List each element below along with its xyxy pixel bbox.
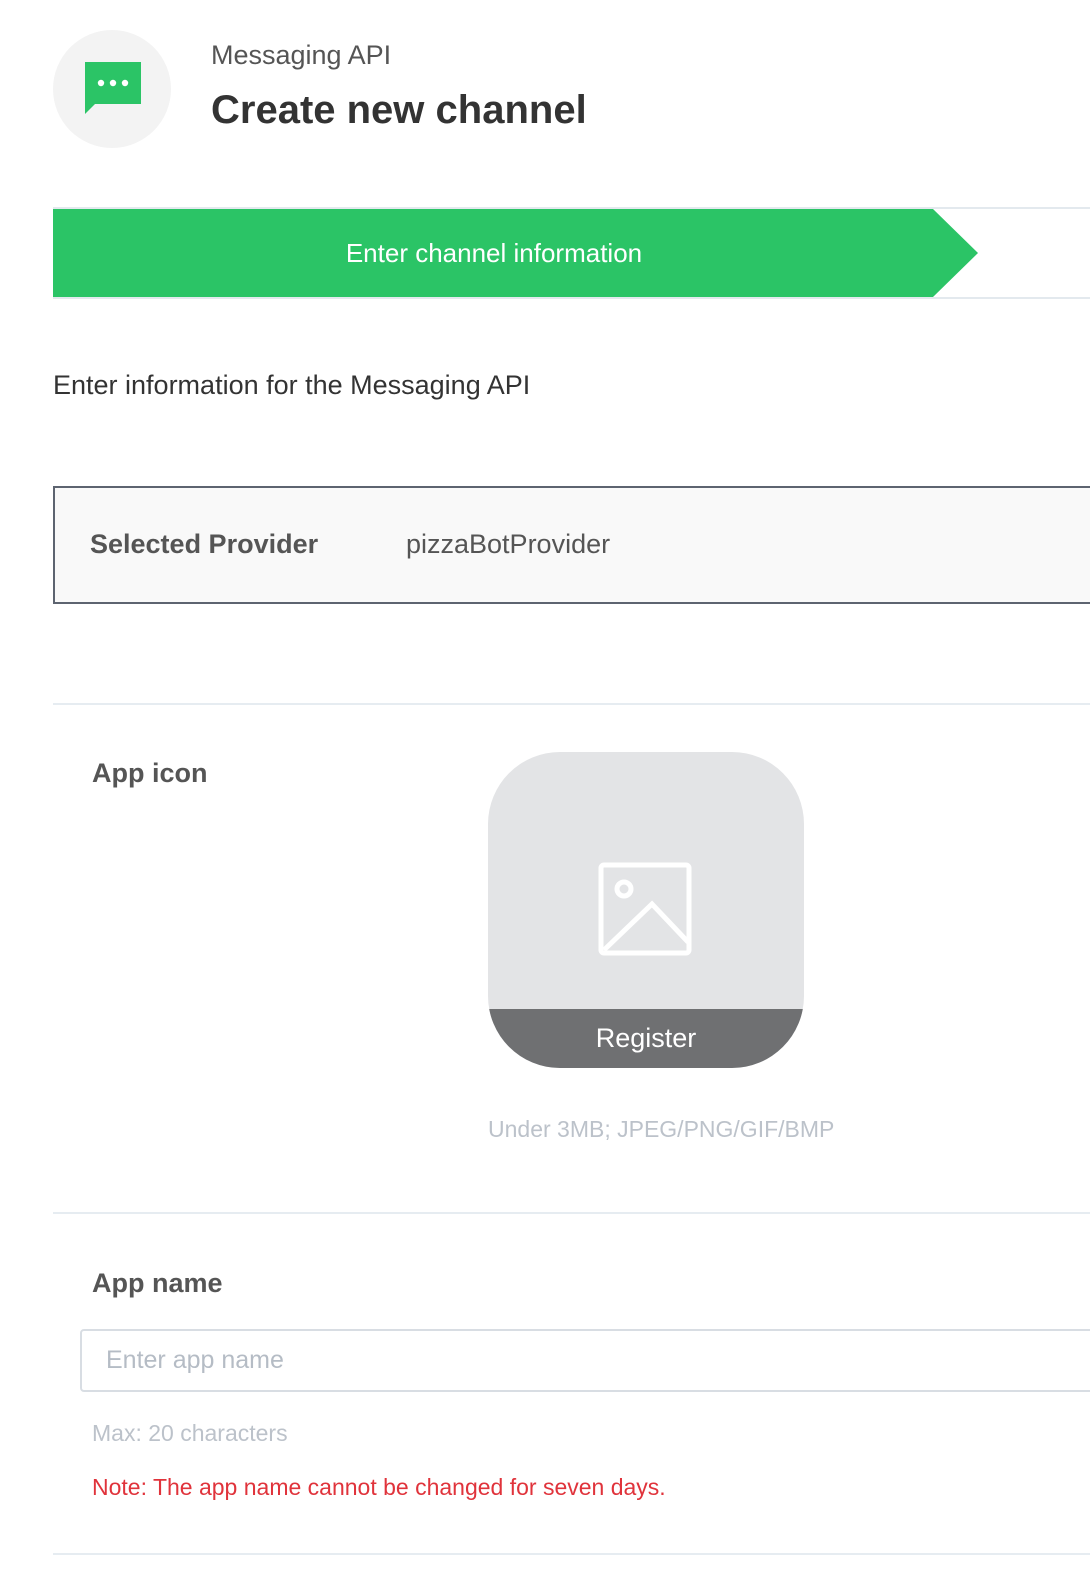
app-name-hint: Max: 20 characters	[92, 1420, 288, 1446]
service-name: Messaging API	[211, 40, 392, 70]
section-divider	[53, 1212, 1090, 1214]
current-step-label: Enter channel information	[345, 237, 643, 268]
app-name-warning: Note: The app name cannot be changed for…	[92, 1474, 666, 1500]
app-icon-upload-button[interactable]: Register	[488, 752, 804, 1068]
register-label: Register	[488, 1009, 804, 1068]
chat-bubble-icon	[85, 62, 141, 114]
selected-provider-label: Selected Provider	[90, 529, 319, 559]
app-icon-hint: Under 3MB; JPEG/PNG/GIF/BMP	[488, 1116, 835, 1142]
app-name-label: App name	[92, 1268, 223, 1298]
page-title: Create new channel	[211, 88, 587, 132]
app-name-input[interactable]	[80, 1329, 1090, 1392]
channel-logo	[53, 30, 171, 148]
section-divider	[53, 703, 1090, 705]
selected-provider-value: pizzaBotProvider	[406, 529, 611, 559]
image-icon	[598, 862, 692, 956]
app-icon-label: App icon	[92, 758, 208, 788]
form-intro: Enter information for the Messaging API	[53, 370, 531, 400]
section-divider	[53, 1553, 1090, 1555]
